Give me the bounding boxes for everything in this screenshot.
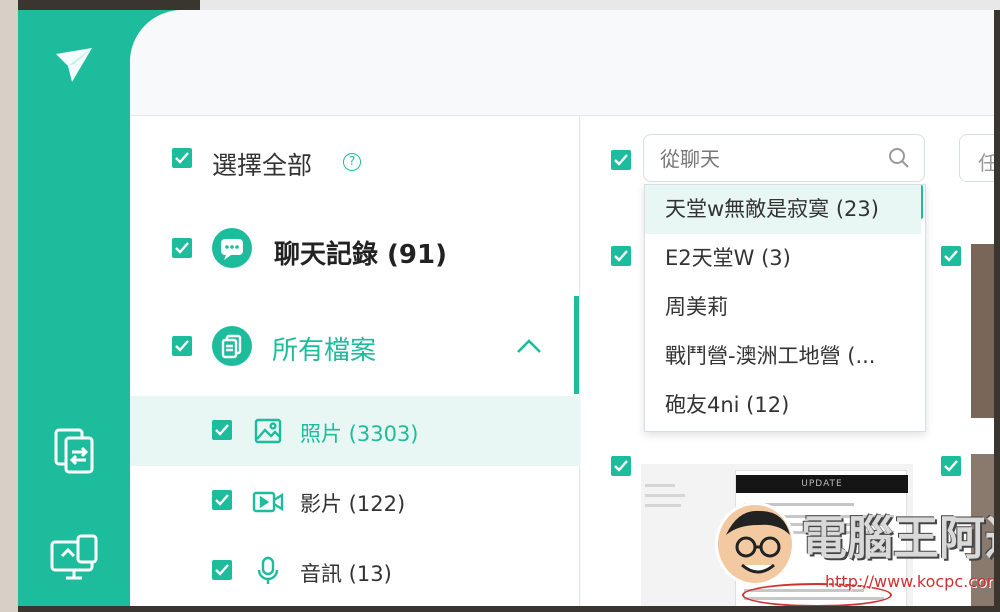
phone-transfer-icon[interactable] [48,424,100,476]
screen-frame: 選擇全部 ? 聊天記錄 (91) 所有檔案 照片 (3303) 影片 (122)… [0,0,1000,612]
desktop-topbar [200,0,1000,10]
chat-records-row[interactable]: 聊天記錄 (91) [130,206,580,296]
question-circle-icon[interactable]: ? [343,153,361,171]
secondary-search-box[interactable]: 任 [959,134,994,182]
video-icon [252,490,284,518]
app-window: 選擇全部 ? 聊天記錄 (91) 所有檔案 照片 (3303) 影片 (122)… [18,10,994,606]
main-panel: 選擇全部 ? 聊天記錄 (91) 所有檔案 照片 (3303) 影片 (122)… [130,10,994,606]
thumb-checkbox-2[interactable] [941,246,961,266]
dropdown-option[interactable]: 戰鬥營-澳洲工地營 (... [645,332,921,381]
photos-label: 照片 (3303) [300,422,419,446]
chat-bubble-icon [212,228,252,268]
chat-records-label: 聊天記錄 (91) [274,240,447,270]
chat-search-input[interactable] [660,145,880,173]
chat-records-checkbox[interactable] [172,238,192,258]
dropdown-option[interactable]: E2天堂W (3) [645,234,921,283]
app-logo-icon [54,46,94,86]
dropdown-option[interactable]: 砲友4ni (12) [645,381,921,430]
all-files-checkbox[interactable] [172,336,192,356]
audio-checkbox[interactable] [212,560,232,580]
active-indicator [574,296,579,394]
dropdown-option[interactable]: 周美莉 [645,283,921,332]
sidebar-item-audio[interactable]: 音訊 (13) [130,536,580,606]
secondary-search-text: 任 [978,147,994,176]
thumb-checkbox-3[interactable] [611,456,631,476]
select-all-checkbox[interactable] [172,148,192,168]
videos-checkbox[interactable] [212,490,232,510]
header-checkbox[interactable] [611,150,631,170]
image-icon [254,418,282,448]
desktop-edge [0,0,18,612]
photos-checkbox[interactable] [212,420,232,440]
thumb-checkbox-1[interactable] [611,246,631,266]
files-icon [212,326,252,366]
watermark-url: http://www.kocpc.com.tw [825,572,994,591]
sidebar-item-photos[interactable]: 照片 (3303) [130,396,580,466]
thumbnail-2[interactable] [971,244,994,418]
watermark: 電腦王阿達 http://www.kocpc.com.tw [715,502,994,602]
videos-label: 影片 (122) [300,492,406,516]
watermark-mascot [715,502,795,586]
document-header: UPDATE [736,475,908,493]
select-all-row[interactable]: 選擇全部 ? [130,116,580,206]
chat-search-dropdown: 天堂w無敵是寂寞 (23) E2天堂W (3) 周美莉 戰鬥營-澳洲工地營 (.… [644,184,926,432]
all-files-label: 所有檔案 [272,336,377,366]
sidebar-item-videos[interactable]: 影片 (122) [130,466,580,536]
top-bar [130,10,994,116]
content-area: 任 UP [581,116,994,606]
thumb-checkbox-4[interactable] [941,456,961,476]
pc-transfer-icon[interactable] [48,534,100,586]
watermark-title: 電腦王阿達 [801,511,994,565]
microphone-icon [256,556,280,590]
category-sidebar: 選擇全部 ? 聊天記錄 (91) 所有檔案 照片 (3303) 影片 (122)… [130,116,580,606]
chat-search-box[interactable] [643,134,925,182]
dropdown-option[interactable]: 天堂w無敵是寂寞 (23) [645,185,921,234]
chevron-up-icon[interactable] [516,338,542,358]
search-icon[interactable] [888,147,910,173]
left-rail [18,10,130,606]
select-all-label: 選擇全部 [212,151,313,180]
all-files-row[interactable]: 所有檔案 [130,296,580,396]
audio-label: 音訊 (13) [300,562,392,586]
